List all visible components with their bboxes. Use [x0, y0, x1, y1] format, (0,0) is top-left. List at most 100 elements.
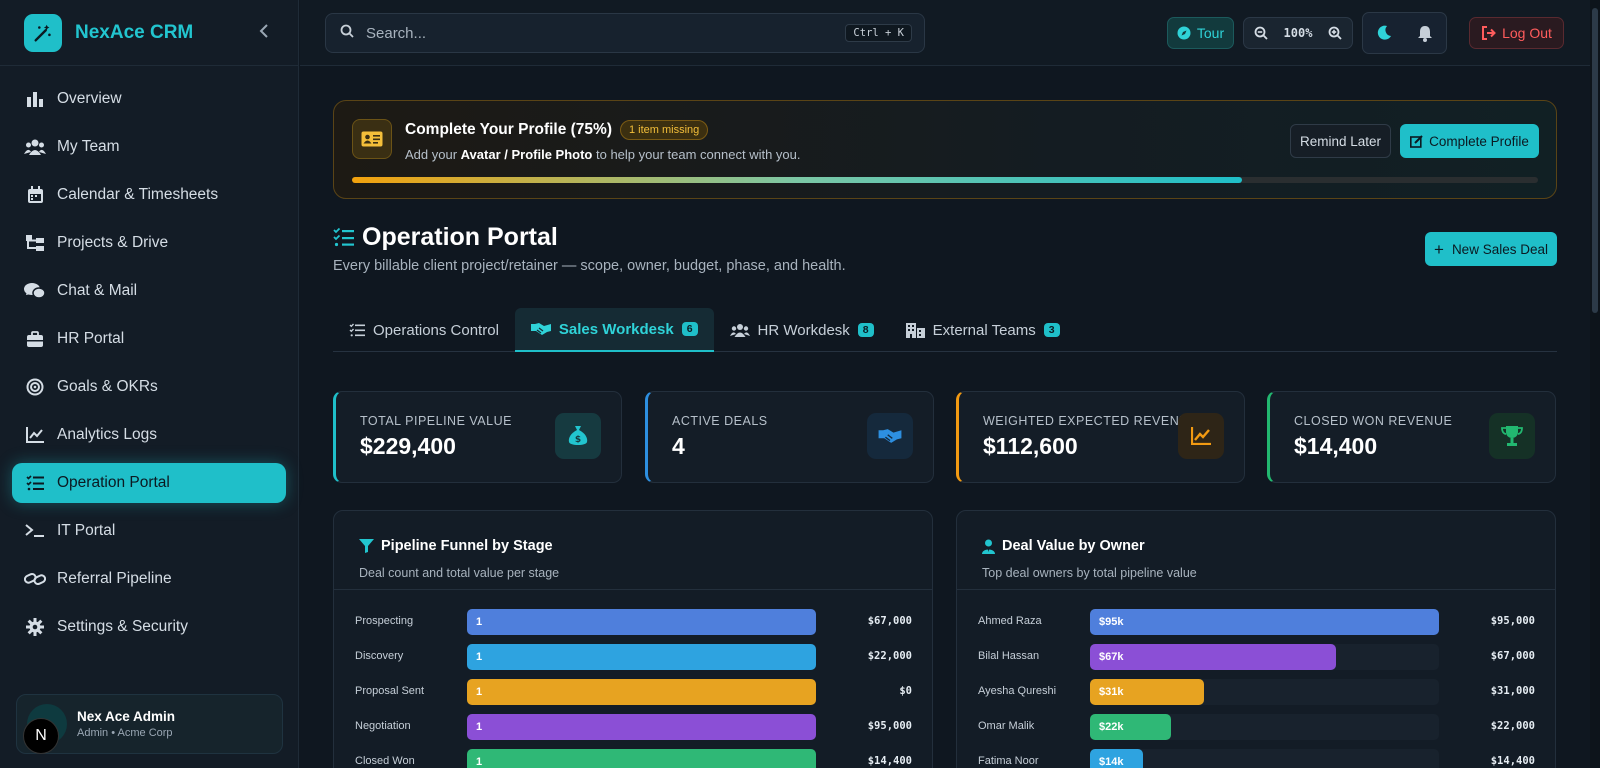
- link-icon: [24, 568, 46, 590]
- search-shortcut-hint: Ctrl + K: [845, 24, 912, 42]
- logout-button[interactable]: Log Out: [1469, 17, 1564, 49]
- bar-label: Fatima Noor: [978, 755, 1039, 767]
- sidebar-item-label: IT Portal: [57, 522, 116, 539]
- tab-label: Sales Workdesk: [558, 320, 674, 338]
- bar-track: $67k: [1090, 644, 1439, 670]
- bar[interactable]: 1: [467, 644, 816, 670]
- bar-track: 1: [467, 609, 816, 635]
- list-check-icon: [333, 228, 354, 247]
- panel-title: Deal Value by Owner: [1002, 538, 1145, 554]
- sidebar-nav: Overview My Team Calendar & Timesheets P…: [0, 66, 298, 647]
- bar-value-label: $67,000: [867, 615, 912, 627]
- panel-divider: [334, 589, 932, 590]
- bar-value-label: $14,400: [867, 755, 912, 767]
- tab-count-badge: 6: [681, 322, 698, 336]
- sidebar-item-goals[interactable]: Goals & OKRs: [12, 367, 286, 407]
- profile-progress-bar: [352, 177, 1538, 183]
- tab-label: External Teams: [932, 321, 1036, 339]
- bar[interactable]: $14k: [1090, 749, 1143, 768]
- sidebar-item-overview[interactable]: Overview: [12, 79, 286, 119]
- bar-row: Closed Won 1 $14,400: [334, 749, 932, 768]
- sidebar-item-settings[interactable]: Settings & Security: [12, 607, 286, 647]
- folder-tree-icon: [24, 232, 46, 254]
- sidebar-item-it-portal[interactable]: IT Portal: [12, 511, 286, 551]
- sidebar-item-operation-portal[interactable]: Operation Portal: [12, 463, 286, 503]
- tab-operations-control[interactable]: Operations Control: [333, 308, 515, 352]
- bar-label: Bilal Hassan: [978, 650, 1040, 662]
- building-icon: [905, 322, 925, 338]
- bell-icon[interactable]: [1417, 25, 1433, 42]
- bar[interactable]: 1: [467, 749, 816, 768]
- bar[interactable]: 1: [467, 609, 816, 635]
- bar[interactable]: 1: [467, 714, 816, 740]
- line-chart-icon: [24, 424, 46, 446]
- sidebar-item-analytics[interactable]: Analytics Logs: [12, 415, 286, 455]
- briefcase-icon: [24, 328, 46, 350]
- bar[interactable]: $95k: [1090, 609, 1439, 635]
- bar-row: Fatima Noor $14k $14,400: [957, 749, 1555, 768]
- tour-label: Tour: [1196, 25, 1225, 41]
- page-title-row: Operation Portal: [333, 223, 558, 252]
- magic-wand-icon[interactable]: [24, 13, 62, 52]
- bar-label: Ayesha Qureshi: [978, 685, 1057, 697]
- zoom-out-icon[interactable]: [1254, 26, 1268, 40]
- scrollbar-thumb[interactable]: [1592, 8, 1598, 313]
- new-sales-deal-button[interactable]: + New Sales Deal: [1425, 232, 1557, 266]
- logout-label: Log Out: [1502, 25, 1552, 41]
- bar-value-label: $22,000: [1490, 720, 1535, 732]
- bar-value-label: $67,000: [1490, 650, 1535, 662]
- profile-banner-text: Add your: [405, 147, 461, 162]
- sidebar-item-hr-portal[interactable]: HR Portal: [12, 319, 286, 359]
- new-sales-deal-label: New Sales Deal: [1451, 241, 1548, 257]
- bar-row: Bilal Hassan $67k $67,000: [957, 644, 1555, 670]
- bar-track: $95k: [1090, 609, 1439, 635]
- bar-track: 1: [467, 749, 816, 768]
- sidebar-item-projects[interactable]: Projects & Drive: [12, 223, 286, 263]
- sidebar: NexAce CRM Overview My Team Calendar & T…: [0, 0, 299, 768]
- bar-label: Omar Malik: [978, 720, 1035, 732]
- search-icon: [340, 24, 354, 43]
- pipeline-funnel-panel: Pipeline Funnel by Stage Deal count and …: [333, 510, 933, 768]
- bar[interactable]: 1: [467, 679, 816, 705]
- sidebar-item-referral[interactable]: Referral Pipeline: [12, 559, 286, 599]
- topbar: Ctrl + K Tour 100% Log Out: [300, 0, 1600, 66]
- search-box[interactable]: Ctrl + K: [325, 13, 925, 53]
- kpi-card-weighted-revenue: WEIGHTED EXPECTED REVENUE $112,600: [956, 391, 1245, 483]
- tour-button[interactable]: Tour: [1167, 17, 1234, 49]
- chevron-left-icon[interactable]: [254, 22, 274, 43]
- bar-track: $31k: [1090, 679, 1439, 705]
- user-profile-card[interactable]: N Nex Ace Admin Admin • Acme Corp: [16, 694, 283, 754]
- users-icon: [24, 136, 46, 158]
- tab-count-badge: 8: [857, 323, 874, 337]
- tab-hr-workdesk[interactable]: HR Workdesk 8: [714, 308, 890, 352]
- complete-profile-button[interactable]: Complete Profile: [1400, 124, 1539, 158]
- profile-progress-fill: [352, 177, 1242, 183]
- plus-icon: +: [1434, 239, 1444, 259]
- sidebar-item-calendar[interactable]: Calendar & Timesheets: [12, 175, 286, 215]
- profile-banner-title-row: Complete Your Profile (75%) 1 item missi…: [405, 120, 709, 140]
- logout-icon: [1481, 26, 1496, 40]
- sidebar-item-label: Chat & Mail: [57, 282, 138, 299]
- users-icon: [729, 323, 750, 338]
- page-scrollbar[interactable]: [1590, 0, 1600, 768]
- sidebar-item-label: Goals & OKRs: [57, 378, 158, 395]
- tab-external-teams[interactable]: External Teams 3: [890, 308, 1076, 352]
- search-input[interactable]: [366, 24, 816, 42]
- zoom-in-icon[interactable]: [1328, 26, 1342, 40]
- sidebar-item-chat[interactable]: Chat & Mail: [12, 271, 286, 311]
- tab-sales-workdesk[interactable]: Sales Workdesk 6: [514, 308, 714, 352]
- chat-icon: [24, 280, 46, 302]
- brand-header: NexAce CRM: [0, 0, 298, 66]
- sidebar-item-my-team[interactable]: My Team: [12, 127, 286, 167]
- sidebar-item-label: Settings & Security: [57, 618, 188, 635]
- profile-banner-title: Complete Your Profile (75%): [405, 121, 612, 138]
- bar-track: $14k: [1090, 749, 1439, 768]
- moon-icon[interactable]: [1376, 25, 1392, 41]
- bar-label: Ahmed Raza: [978, 615, 1042, 627]
- remind-later-button[interactable]: Remind Later: [1290, 124, 1391, 158]
- bar[interactable]: $67k: [1090, 644, 1337, 670]
- bar-row: Omar Malik $22k $22,000: [957, 714, 1555, 740]
- app-name: NexAce CRM: [75, 21, 194, 43]
- bar[interactable]: $31k: [1090, 679, 1204, 705]
- bar[interactable]: $22k: [1090, 714, 1171, 740]
